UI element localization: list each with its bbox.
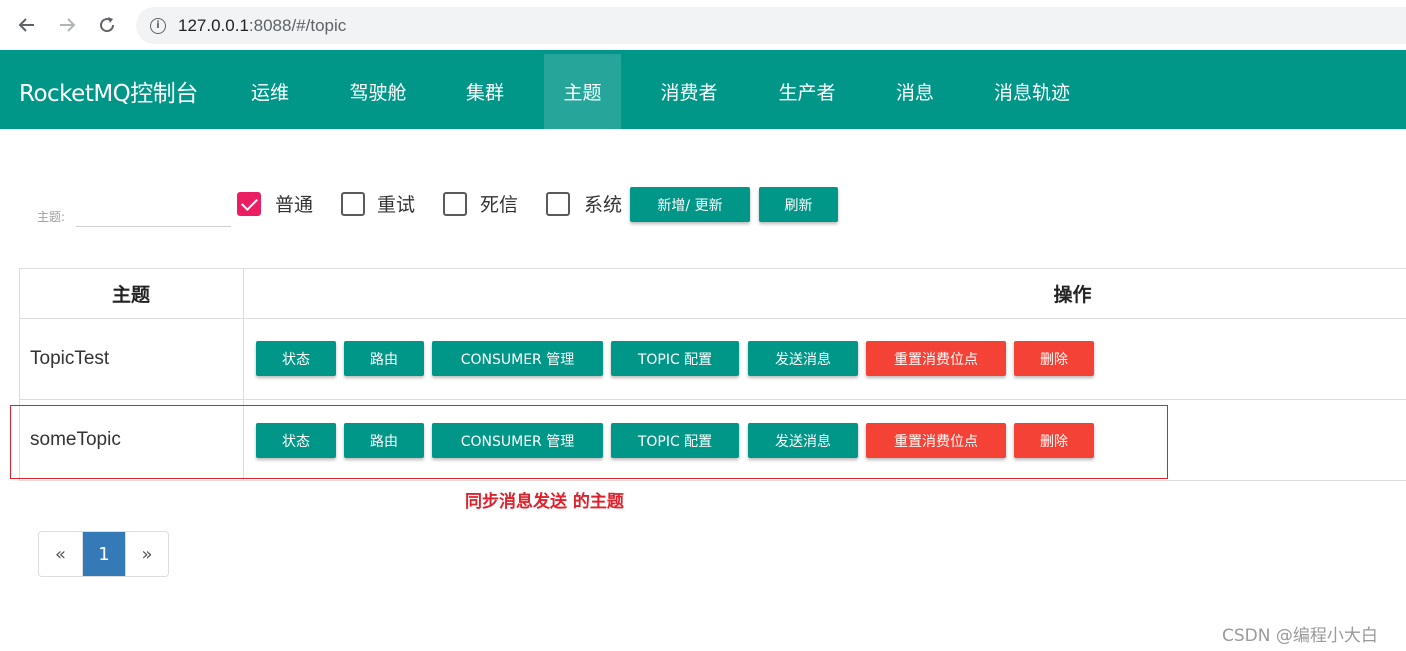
checkbox-normal-label[interactable]: 普通	[275, 192, 313, 218]
brand-title[interactable]: RocketMQ控制台	[19, 74, 198, 108]
watermark: CSDN @编程小大白	[1222, 626, 1378, 646]
page-prev-button[interactable]: «	[39, 532, 82, 576]
topic-name-cell: TopicTest	[30, 348, 110, 369]
pagination: « 1 »	[38, 531, 169, 577]
checkbox-normal[interactable]	[237, 192, 261, 216]
nav-topic[interactable]: 主题	[544, 54, 621, 129]
checkbox-system-label[interactable]: 系统	[584, 192, 622, 218]
back-icon[interactable]	[14, 12, 40, 38]
checkbox-retry[interactable]	[341, 192, 365, 216]
status-button[interactable]: 状态	[256, 341, 336, 376]
site-info-icon[interactable]: i	[150, 17, 166, 34]
topic-filter-label: 主题:	[37, 210, 66, 224]
header-topic: 主题	[111, 284, 150, 306]
nav-producer[interactable]: 生产者	[759, 54, 855, 129]
consumer-manage-button[interactable]: CONSUMER 管理	[432, 341, 603, 376]
add-update-button[interactable]: 新增/ 更新	[630, 187, 750, 222]
forward-icon[interactable]	[54, 12, 80, 38]
refresh-button[interactable]: 刷新	[759, 187, 838, 222]
send-message-button[interactable]: 发送消息	[748, 341, 858, 376]
route-button[interactable]: 路由	[344, 341, 424, 376]
nav-cluster[interactable]: 集群	[446, 54, 524, 129]
page-next-button[interactable]: »	[125, 532, 168, 576]
checkbox-dlq[interactable]	[443, 192, 467, 216]
delete-button[interactable]: 删除	[1014, 341, 1094, 376]
browser-toolbar: i 127.0.0.1:8088/#/topic	[0, 0, 1406, 50]
nav-message[interactable]: 消息	[876, 54, 954, 129]
annotation-text: 同步消息发送 的主题	[465, 492, 624, 512]
topic-config-button[interactable]: TOPIC 配置	[611, 341, 739, 376]
nav-ops[interactable]: 运维	[233, 54, 307, 129]
nav-message-trace[interactable]: 消息轨迹	[973, 54, 1091, 129]
topic-filter-input[interactable]	[76, 200, 231, 227]
nav-consumer[interactable]: 消费者	[641, 54, 737, 129]
page-current-button[interactable]: 1	[82, 532, 125, 576]
highlight-box	[10, 405, 1168, 479]
reset-offset-button[interactable]: 重置消费位点	[866, 341, 1006, 376]
app-header: RocketMQ控制台 运维 驾驶舱 集群 主题 消费者 生产者 消息 消息轨迹	[0, 50, 1406, 129]
checkbox-retry-label[interactable]: 重试	[377, 192, 415, 218]
nav-dashboard[interactable]: 驾驶舱	[330, 54, 426, 129]
table-border-bottom	[19, 480, 1406, 481]
url-text: 127.0.0.1:8088/#/topic	[178, 15, 347, 35]
checkbox-dlq-label[interactable]: 死信	[480, 192, 518, 218]
reload-icon[interactable]	[94, 12, 120, 38]
header-actions: 操作	[1053, 284, 1092, 306]
checkbox-system[interactable]	[546, 192, 570, 216]
table-row-divider	[19, 399, 1406, 400]
address-bar[interactable]: i 127.0.0.1:8088/#/topic	[136, 7, 1406, 44]
